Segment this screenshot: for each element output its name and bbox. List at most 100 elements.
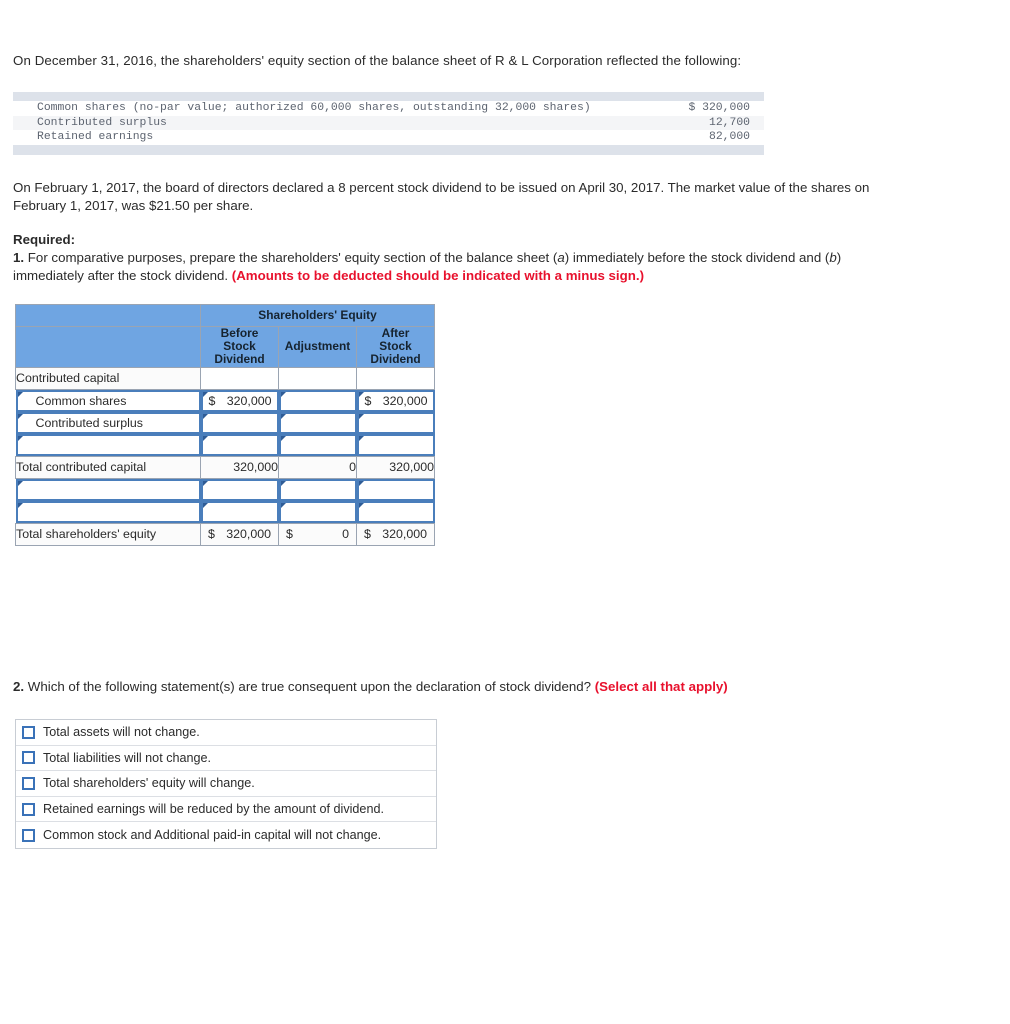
checkbox-icon[interactable] xyxy=(22,802,35,816)
row-adjustment-value[interactable] xyxy=(281,481,355,499)
balance-row-label: Retained earnings xyxy=(37,131,154,144)
value-text: 0 xyxy=(342,527,349,542)
cell-marker-icon xyxy=(358,480,364,486)
worksheet-group-header-row: Shareholders' Equity xyxy=(15,304,435,327)
cell-marker-icon xyxy=(17,391,23,397)
row-after-value[interactable] xyxy=(359,481,433,499)
row-before-input-cell[interactable] xyxy=(200,478,279,501)
row-before-value[interactable]: $320,000 xyxy=(203,392,277,410)
header-line: Before xyxy=(220,326,259,340)
row-after-value[interactable]: $320,000 xyxy=(359,392,433,410)
row-adjustment-value[interactable] xyxy=(281,414,355,432)
cell-marker-icon xyxy=(202,413,208,419)
required-heading: Required: xyxy=(13,232,76,247)
row-label[interactable] xyxy=(18,503,199,521)
row-before-value[interactable] xyxy=(203,481,277,499)
row-before-value: $320,000 xyxy=(200,522,279,546)
row-after-value xyxy=(356,366,435,390)
row-after-input-cell[interactable]: $320,000 xyxy=(356,389,435,412)
required-label-a: a xyxy=(557,250,565,265)
worksheet-label-column-header xyxy=(15,326,201,368)
row-label[interactable]: Common shares xyxy=(18,392,199,410)
row-adjustment-value[interactable] xyxy=(281,436,355,454)
worksheet-body: Contributed capital Common shares $320,0… xyxy=(15,366,435,546)
worksheet-column-header-adjustment: Adjustment xyxy=(278,326,357,368)
list-item[interactable]: Total liabilities will not change. xyxy=(16,746,436,772)
value-text: 320,000 xyxy=(382,527,427,542)
row-after-input-cell[interactable] xyxy=(356,411,435,434)
row-after-value[interactable] xyxy=(359,436,433,454)
question-2-note: (Select all that apply) xyxy=(594,679,728,694)
row-after-value[interactable] xyxy=(359,414,433,432)
row-adjustment-input-cell[interactable] xyxy=(278,478,357,501)
checkbox-icon[interactable] xyxy=(22,776,35,790)
row-label-input-cell[interactable] xyxy=(15,500,201,524)
row-before-value: 320,000 xyxy=(200,455,279,479)
row-label: Contributed capital xyxy=(15,366,201,390)
list-item[interactable]: Common stock and Additional paid-in capi… xyxy=(16,822,436,848)
checkbox-icon[interactable] xyxy=(22,828,35,842)
balance-row-amount: 12,700 xyxy=(708,116,750,129)
currency-symbol: $ xyxy=(364,393,372,408)
row-before-input-cell[interactable] xyxy=(200,500,279,524)
worksheet-column-header-row: Before Stock Dividend Adjustment After S… xyxy=(15,326,435,368)
option-label: Total shareholders' equity will change. xyxy=(43,776,255,791)
list-item[interactable]: Total assets will not change. xyxy=(16,720,436,746)
option-label: Retained earnings will be reduced by the… xyxy=(43,802,384,817)
currency-symbol: $ xyxy=(208,393,216,408)
option-label: Common stock and Additional paid-in capi… xyxy=(43,828,382,843)
worksheet-column-header-before: Before Stock Dividend xyxy=(200,326,279,368)
row-label: Total shareholders' equity xyxy=(15,522,201,546)
list-item[interactable]: Total shareholders' equity will change. xyxy=(16,771,436,797)
row-label-input-cell[interactable] xyxy=(15,478,201,501)
row-adjustment-value xyxy=(278,366,357,390)
table-row: Total contributed capital 320,000 0 320,… xyxy=(15,455,435,479)
cell-marker-icon xyxy=(17,480,23,486)
row-before-value[interactable] xyxy=(203,414,277,432)
row-label[interactable] xyxy=(18,481,199,499)
row-label-input-cell[interactable]: Common shares xyxy=(15,389,201,412)
row-after-value[interactable] xyxy=(359,503,433,521)
row-before-input-cell[interactable] xyxy=(200,433,279,457)
required-note: (Amounts to be deducted should be indica… xyxy=(231,268,644,283)
balance-row: Retained earnings 82,000 xyxy=(13,130,764,145)
row-after-input-cell[interactable] xyxy=(356,433,435,457)
row-after-input-cell[interactable] xyxy=(356,500,435,524)
row-adjustment-value[interactable] xyxy=(281,503,355,521)
table-row[interactable]: Common shares $320,000 $320,000 xyxy=(15,389,435,412)
row-adjustment-input-cell[interactable] xyxy=(278,411,357,434)
row-before-value[interactable] xyxy=(203,503,277,521)
row-label-input-cell[interactable]: Contributed surplus xyxy=(15,411,201,434)
row-adjustment-input-cell[interactable] xyxy=(278,433,357,457)
header-line: Dividend xyxy=(214,352,265,367)
row-before-value[interactable] xyxy=(203,436,277,454)
row-after-input-cell[interactable] xyxy=(356,478,435,501)
row-label[interactable]: Contributed surplus xyxy=(18,414,199,432)
cell-marker-icon xyxy=(358,435,364,441)
row-adjustment-input-cell[interactable] xyxy=(278,500,357,524)
row-before-value xyxy=(200,366,279,390)
balance-row: Contributed surplus 12,700 xyxy=(13,115,764,130)
row-adjustment-input-cell[interactable] xyxy=(278,389,357,412)
row-label[interactable] xyxy=(18,436,199,454)
checkbox-icon[interactable] xyxy=(22,725,35,739)
row-before-input-cell[interactable] xyxy=(200,411,279,434)
row-before-input-cell[interactable]: $320,000 xyxy=(200,389,279,412)
header-line: Stock xyxy=(379,339,412,354)
balance-row-label: Common shares (no-par value; authorized … xyxy=(37,102,591,115)
row-after-value: $320,000 xyxy=(356,522,435,546)
checkbox-icon[interactable] xyxy=(22,751,35,765)
paragraph-february: On February 1, 2017, the board of direct… xyxy=(13,180,870,213)
row-adjustment-value: 0 xyxy=(278,455,357,479)
table-row[interactable] xyxy=(15,478,435,501)
balance-row-amount: $ 320,000 xyxy=(688,102,750,115)
cell-marker-icon xyxy=(202,435,208,441)
row-adjustment-value[interactable] xyxy=(281,392,355,410)
table-row[interactable]: Contributed surplus xyxy=(15,411,435,434)
table-row[interactable] xyxy=(15,433,435,457)
row-label-input-cell[interactable] xyxy=(15,433,201,457)
table-row[interactable] xyxy=(15,500,435,524)
question-2-prompt: 2. Which of the following statement(s) a… xyxy=(13,678,913,696)
list-item[interactable]: Retained earnings will be reduced by the… xyxy=(16,797,436,823)
currency-symbol: $ xyxy=(286,527,293,542)
